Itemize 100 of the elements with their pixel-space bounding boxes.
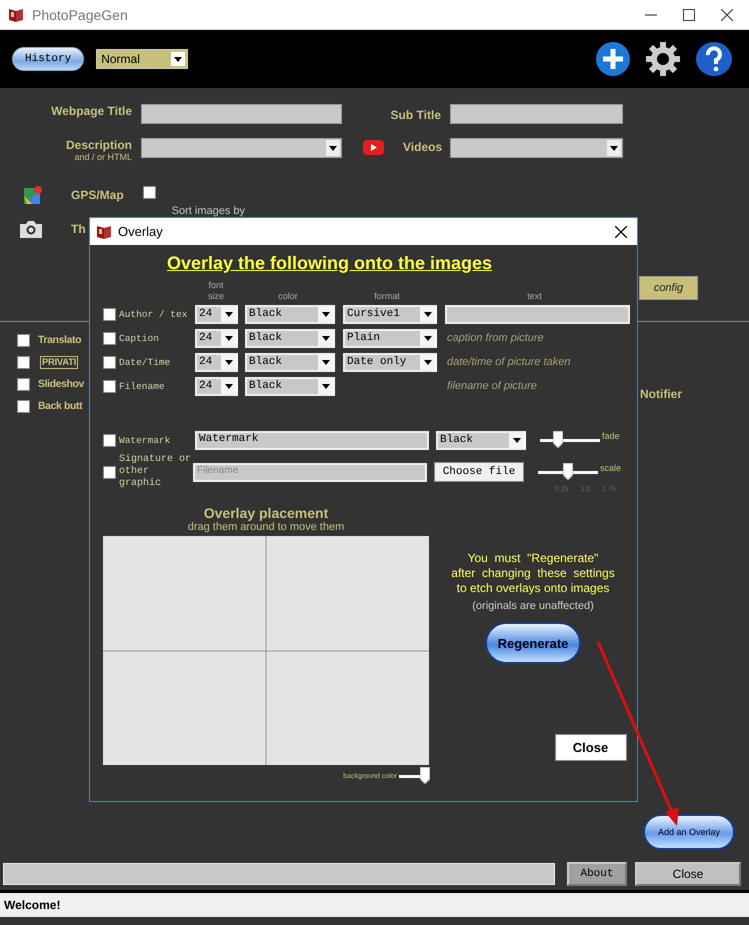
subtitle-field[interactable] [450, 104, 623, 124]
field-label: Description [64, 138, 132, 152]
notifier-label: Notifier [640, 387, 682, 403]
column-header: color [277, 291, 299, 302]
mode-dropdown[interactable]: Normal [96, 49, 188, 69]
checkbox[interactable] [17, 334, 30, 346]
caret-icon [322, 384, 330, 388]
sort-label: Sort images by [172, 205, 246, 217]
field-label: Th [71, 222, 86, 236]
close-icon[interactable] [721, 8, 733, 20]
video-play-icon[interactable] [363, 140, 384, 155]
close-icon[interactable] [615, 226, 627, 238]
slider-thumb[interactable] [420, 767, 430, 784]
dialog-title: Overlay [118, 224, 164, 239]
checkbox[interactable] [17, 378, 30, 390]
row-label: Watermark [119, 434, 172, 446]
checkbox[interactable] [103, 332, 116, 344]
caret-icon [424, 336, 432, 340]
input-field[interactable] [3, 863, 555, 885]
dropdown[interactable]: Black [245, 352, 335, 372]
caret-icon [322, 360, 330, 364]
checkbox[interactable] [143, 186, 156, 199]
option-label: Translato [38, 334, 82, 346]
caret-icon [424, 312, 432, 316]
checkbox[interactable] [103, 308, 116, 320]
maximize-icon[interactable] [683, 8, 695, 20]
title-field[interactable] [141, 104, 342, 124]
placement-subtitle: drag them around to move them [188, 521, 344, 533]
slider-thumb[interactable] [553, 431, 563, 448]
notice-text: You must "Regenerate" after changing these settings to etch overlays onto images [451, 551, 615, 596]
dropdown[interactable]: Black [245, 328, 335, 348]
config-button[interactable]: config [639, 276, 698, 300]
checkbox[interactable] [103, 434, 116, 446]
column-header: format [373, 291, 401, 302]
notice-note: (originals are unaffected) [472, 600, 594, 612]
caret-icon [224, 360, 232, 364]
add-overlay-button[interactable]: Add an Overlay [643, 814, 735, 850]
caret-icon [224, 384, 232, 388]
caret-icon [424, 360, 432, 364]
dialog-heading: Overlay the following onto the images [167, 253, 492, 274]
dropdown[interactable]: Black [245, 376, 335, 396]
row-label: Caption [119, 332, 160, 344]
option-label: Slideshov [38, 378, 84, 390]
caret-icon [322, 336, 330, 340]
map-icon [24, 186, 42, 204]
caret-icon [322, 312, 330, 316]
camera-icon [20, 220, 42, 238]
checkbox[interactable] [17, 400, 30, 412]
row-label: Date/Time [119, 356, 172, 368]
choose-file-button[interactable]: Choose file [434, 462, 524, 482]
private-badge: PRIVATI [40, 356, 78, 368]
field-hint: and / or HTML [73, 152, 132, 162]
dropdown[interactable]: Cursive1 [343, 304, 437, 324]
regenerate-button[interactable]: Regenerate [485, 622, 581, 664]
column-header: font size [206, 280, 225, 302]
add-icon[interactable] [595, 41, 631, 77]
app-icon [96, 224, 112, 240]
slider[interactable] [540, 431, 600, 449]
settings-icon[interactable] [645, 41, 681, 77]
dropdown[interactable]: 24 [195, 304, 238, 324]
text-field[interactable] [445, 304, 630, 324]
history-button[interactable]: History [12, 47, 84, 71]
dropdown[interactable]: 24 [195, 328, 238, 348]
slider-thumb[interactable] [563, 463, 573, 480]
dropdown[interactable]: 24 [195, 352, 238, 372]
checkbox[interactable] [17, 356, 30, 368]
slider[interactable] [399, 767, 429, 785]
dropdown[interactable]: Date only [343, 352, 437, 372]
field-label: Webpage Title [50, 104, 132, 118]
status-bar: Welcome! [0, 890, 749, 917]
caret-icon [174, 56, 182, 62]
close-button[interactable]: Close [635, 862, 741, 886]
help-icon[interactable] [695, 41, 733, 77]
checkbox[interactable] [103, 380, 116, 392]
slider[interactable] [538, 463, 598, 481]
dropdown[interactable]: Plain [343, 328, 437, 348]
dropdown[interactable]: 24 [195, 376, 238, 396]
row-note: date/time of picture taken [447, 356, 571, 368]
caret-icon [224, 312, 232, 316]
dropdown[interactable]: Black [436, 430, 526, 450]
field-label: Videos [403, 140, 440, 154]
dropdown[interactable]: Black [245, 304, 335, 324]
row-label: Signature or other graphic [119, 454, 192, 490]
close-button[interactable]: Close [554, 734, 626, 761]
checkbox[interactable] [103, 466, 116, 478]
caret-icon [224, 336, 232, 340]
option-label: Back butt [38, 400, 82, 412]
about-button[interactable]: About [567, 862, 627, 886]
field-label: GPS/Map [71, 188, 125, 202]
checkbox[interactable] [103, 356, 116, 368]
row-label: Filename [119, 380, 166, 392]
placement-title: Overlay placement [204, 505, 328, 521]
caret-icon [610, 146, 618, 150]
column-header: text [526, 291, 543, 302]
row-label: Author / tex [119, 308, 188, 320]
app-icon [8, 6, 24, 22]
slider-label: scale [600, 463, 622, 473]
field-label: Sub Title [390, 108, 441, 122]
caret-icon [329, 146, 337, 150]
watermark-field[interactable]: Watermark [195, 430, 429, 450]
